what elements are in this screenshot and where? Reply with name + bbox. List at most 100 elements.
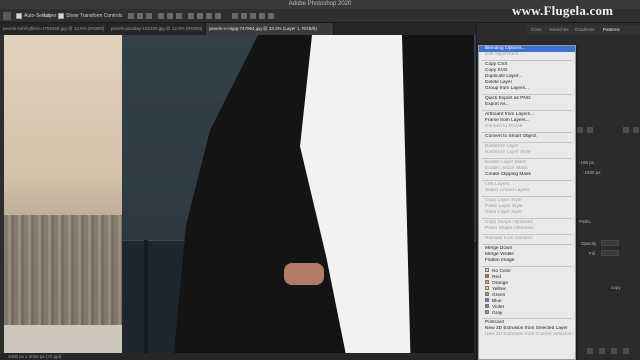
3d-mode-icon[interactable] <box>232 13 238 19</box>
menu-separator <box>482 265 572 267</box>
paths-tab[interactable]: Paths <box>579 219 591 224</box>
move-tool-icon[interactable] <box>3 12 11 20</box>
tab-patterns[interactable]: Patterns <box>603 25 620 34</box>
y-position-value[interactable]: -1830 px <box>583 170 601 175</box>
3d-slide-icon[interactable] <box>268 13 274 19</box>
align-left-icon[interactable] <box>128 13 134 19</box>
document-size: 4000 px x 2029 px (72 ppi) <box>8 354 62 359</box>
ledge <box>4 325 122 353</box>
align-top-icon[interactable] <box>158 13 164 19</box>
panel-icon[interactable] <box>623 127 629 133</box>
3d-roll-icon[interactable] <box>250 13 256 19</box>
menu-item-label: New 3D Extrusion from Current Selection <box>485 332 573 337</box>
panel-bottom-icon[interactable] <box>611 348 617 354</box>
opacity-field[interactable] <box>601 240 619 246</box>
align-middle-icon[interactable] <box>167 13 173 19</box>
distribute-horizontal-icon[interactable] <box>206 13 212 19</box>
show-transform-label: Show Transform Controls <box>66 13 123 19</box>
layer-context-menu: Blending Options... Edit Adjustment... Cop… <box>478 45 576 360</box>
menu-item-label: Flatten Image <box>485 258 515 263</box>
menu-item-label: Enable Vector Mask <box>485 166 528 171</box>
show-transform-checkbox[interactable] <box>58 13 64 19</box>
doc-tab[interactable]: pexels-pixabay-102220.jpg @ 12.5% (RGB/8… <box>108 23 206 35</box>
menu-separator <box>482 243 572 245</box>
menu-item-convert-to-smart-object[interactable]: Convert to Smart Object <box>479 134 575 140</box>
menu-item-label: Artboard from Layers... <box>485 112 535 117</box>
menu-item-select-linked-layers: Select Linked Layers <box>479 188 575 194</box>
menu-item-convert-to-frame: Convert to Frame <box>479 124 575 130</box>
color-swatch-icon <box>485 298 489 302</box>
menu-item-label: Copy SVG <box>485 68 508 73</box>
menu-separator <box>482 131 572 133</box>
menu-item-edit-adjustment: Edit Adjustment... <box>479 52 575 58</box>
menu-item-new-3d-extrusion-from-current-selection: New 3D Extrusion from Current Selection <box>479 332 575 338</box>
color-swatch-icon <box>485 292 489 296</box>
menu-item-label: Quick Export as PNG <box>485 96 531 101</box>
menu-item-label: Release from Isolation <box>485 236 533 241</box>
menu-item-label: Merge Visible <box>485 252 514 257</box>
distribute-icon[interactable] <box>188 13 194 19</box>
menu-item-label: New 3D Extrusion from Selected Layer <box>485 326 568 331</box>
tab-color[interactable]: Color <box>531 25 542 34</box>
panel-icon[interactable] <box>633 127 639 133</box>
menu-item-label: Frame from Layers... <box>485 118 530 123</box>
menu-item-label: Blending Options... <box>485 46 526 51</box>
menu-item-label: Group from Layers... <box>485 86 529 91</box>
color-swatch-icon <box>485 280 489 284</box>
menu-item-group-from-layers[interactable]: Group from Layers... <box>479 86 575 92</box>
x-position-value[interactable]: -168 px <box>579 160 594 165</box>
menu-separator <box>482 93 572 95</box>
menu-item-label: Delete Layer <box>485 80 513 85</box>
menu-item-flatten-image[interactable]: Flatten Image <box>479 258 575 264</box>
menu-item-label: Rasterize Layer <box>485 144 519 149</box>
align-right-icon[interactable] <box>146 13 152 19</box>
menu-item-release-from-isolation: Release from Isolation <box>479 236 575 242</box>
menu-separator <box>482 179 572 181</box>
menu-item-label: Convert to Frame <box>485 124 523 129</box>
color-swatch-icon <box>485 304 489 308</box>
panel-icon[interactable] <box>577 127 583 133</box>
menu-separator <box>482 317 572 319</box>
align-bottom-icon[interactable] <box>176 13 182 19</box>
tab-gradients[interactable]: Gradients <box>575 25 595 34</box>
tab-swatches[interactable]: Swatches <box>549 25 569 34</box>
city-skyline <box>4 215 122 325</box>
auto-select-checkbox[interactable] <box>16 13 22 19</box>
document-canvas[interactable] <box>4 35 476 353</box>
panel-bottom-icon[interactable] <box>599 348 605 354</box>
doc-tab-active[interactable]: pexels-s-migaj-747964.jpg @ 33.3% (Layer… <box>206 23 334 35</box>
doc-tab[interactable]: pexels-sohil-ghimo-1755365.jpg @ 12.5% (… <box>0 23 108 35</box>
menu-separator <box>482 59 572 61</box>
menu-separator <box>482 157 572 159</box>
fill-field[interactable] <box>601 250 619 256</box>
man-hand <box>284 263 324 285</box>
menu-item-label: Duplicate Layer... <box>485 74 523 79</box>
distribute-vertical-icon[interactable] <box>197 13 203 19</box>
3d-rotate-icon[interactable] <box>241 13 247 19</box>
menu-item-create-clipping-mask[interactable]: Create Clipping Mask <box>479 172 575 178</box>
menu-item-label: Convert to Smart Object <box>485 134 537 139</box>
menu-item-gray[interactable]: Gray <box>479 310 575 316</box>
document-tabs: pexels-sohil-ghimo-1755365.jpg @ 12.5% (… <box>0 23 476 35</box>
menu-item-label: Clear Layer Style <box>485 210 522 215</box>
menu-item-label: Paste Layer Style <box>485 204 523 209</box>
panel-icon[interactable] <box>587 127 593 133</box>
menu-item-label: Edit Adjustment... <box>485 52 523 57</box>
menu-item-label: Export As... <box>485 102 510 107</box>
menu-item-label: Create Clipping Mask <box>485 172 531 177</box>
align-center-icon[interactable] <box>137 13 143 19</box>
3d-drag-icon[interactable] <box>259 13 265 19</box>
panel-tab-bar: Color Swatches Gradients Patterns <box>527 25 640 34</box>
more-options-icon[interactable] <box>215 13 221 19</box>
menu-item-label: Enable Layer Mask <box>485 160 527 165</box>
menu-item-label: Rasterize Layer Style <box>485 150 531 155</box>
color-swatch-icon <box>485 310 489 314</box>
menu-item-export-as[interactable]: Export As... <box>479 102 575 108</box>
auto-select-dropdown[interactable]: Layer <box>44 12 57 20</box>
menu-item-rasterize-layer-style: Rasterize Layer Style <box>479 150 575 156</box>
menu-item-label: Select Linked Layers <box>485 188 530 193</box>
watermark-brand: www.Flugela.com <box>512 3 614 18</box>
status-bar: 4000 px x 2029 px (72 ppi) <box>0 353 476 360</box>
panel-bottom-icon[interactable] <box>623 348 629 354</box>
panel-bottom-icon[interactable] <box>587 348 593 354</box>
